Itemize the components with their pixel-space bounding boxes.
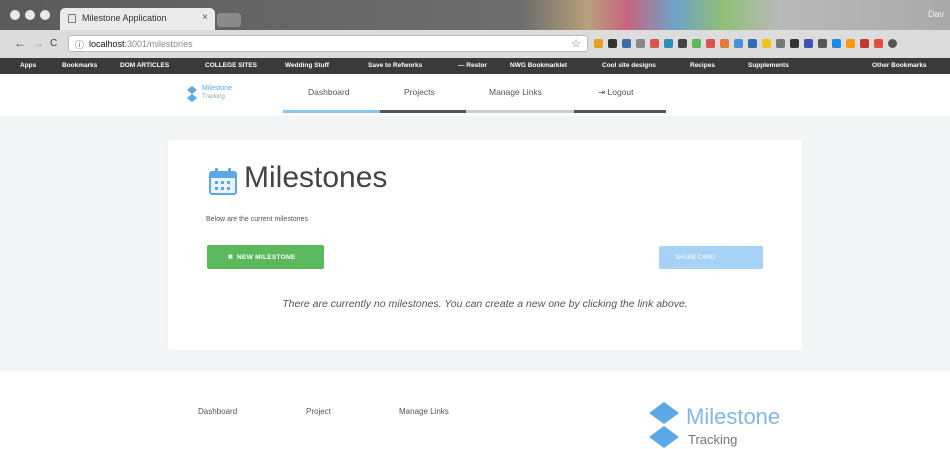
extension-icon[interactable]: [594, 39, 603, 48]
back-button[interactable]: ←: [14, 36, 26, 50]
bookmark-item[interactable]: Recipes: [690, 62, 715, 69]
footer-logo-subtitle: Tracking: [688, 432, 738, 447]
share-card-label: SHARE CARD: [675, 255, 716, 261]
calendar-icon: [209, 168, 237, 195]
nav-underline: [466, 110, 574, 113]
bookmark-item[interactable]: Supplements: [748, 62, 789, 69]
footer-link-manage-links[interactable]: Manage Links: [399, 407, 449, 416]
extension-icon[interactable]: [608, 39, 617, 48]
bookmarks-bar: Apps Bookmarks DOM ARTICLES COLLEGE SITE…: [0, 58, 950, 74]
extension-icon[interactable]: [650, 39, 659, 48]
extension-icon[interactable]: [734, 39, 743, 48]
window-minimize-button[interactable]: [25, 10, 35, 20]
bookmark-item[interactable]: Apps: [20, 62, 36, 69]
extension-icon[interactable]: [720, 39, 729, 48]
nav-logout-label: Logout: [607, 87, 634, 97]
bookmark-item[interactable]: Cool site designs: [602, 62, 656, 69]
logo-title: Milestone: [202, 85, 232, 92]
bookmark-item[interactable]: — Restor: [458, 62, 487, 69]
page-icon: [68, 14, 76, 23]
extension-icon[interactable]: [622, 39, 631, 48]
nav-manage-links[interactable]: Manage Links: [489, 87, 542, 97]
extension-icon[interactable]: [678, 39, 687, 48]
window-close-button[interactable]: [10, 10, 20, 20]
nav-projects[interactable]: Projects: [404, 87, 435, 97]
extension-icon[interactable]: [692, 39, 701, 48]
new-milestone-label: NEW MILESTONE: [237, 254, 296, 261]
logout-icon: ⇥: [598, 87, 606, 97]
extension-icon[interactable]: [762, 39, 771, 48]
window-zoom-button[interactable]: [40, 10, 50, 20]
bookmark-star-icon[interactable]: ☆: [571, 37, 581, 50]
page-description: Below are the current milestones: [206, 216, 308, 223]
browser-toolbar: ← → C ⓘ localhost:3001/milestones ☆: [0, 30, 950, 58]
milestones-card: Milestones Below are the current milesto…: [168, 140, 802, 350]
logo-icon: [187, 86, 197, 102]
nav-underline: [574, 110, 666, 113]
nav-logout[interactable]: ⇥ Logout: [598, 87, 634, 98]
nav-dashboard[interactable]: Dashboard: [308, 87, 350, 97]
footer-logo-title: Milestone: [686, 404, 781, 429]
extension-icon[interactable]: [860, 39, 869, 48]
bookmark-item[interactable]: Other Bookmarks: [872, 62, 927, 69]
bookmark-item[interactable]: Wedding Stuff: [285, 62, 329, 69]
info-icon[interactable]: ⓘ: [75, 38, 84, 51]
bookmark-item[interactable]: DOM ARTICLES: [120, 62, 169, 69]
bookmark-item[interactable]: NWG Bookmarklet: [510, 62, 567, 69]
extension-icon[interactable]: [846, 39, 855, 48]
footer-link-project[interactable]: Project: [306, 407, 331, 416]
empty-state-message: There are currently no milestones. You c…: [282, 298, 688, 310]
bookmark-item[interactable]: Bookmarks: [62, 62, 97, 69]
nav-underline: [380, 110, 466, 113]
extension-icon[interactable]: [874, 39, 883, 48]
tab-title: Milestone Application: [82, 13, 167, 23]
main-content: Milestones Below are the current milesto…: [0, 116, 950, 371]
forward-button[interactable]: →: [32, 36, 44, 50]
reload-button[interactable]: C: [50, 38, 57, 49]
plus-icon: ■: [228, 252, 234, 261]
extension-icon[interactable]: [818, 39, 827, 48]
logo-subtitle: Tracking: [202, 94, 225, 100]
footer-link-dashboard[interactable]: Dashboard: [198, 407, 237, 416]
extension-icon[interactable]: [832, 39, 841, 48]
bookmark-item[interactable]: COLLEGE SITES: [205, 62, 257, 69]
page-title: Milestones: [244, 161, 388, 194]
extension-icon[interactable]: [664, 39, 673, 48]
share-card-button[interactable]: SHARE CARD: [659, 246, 763, 269]
extension-icon[interactable]: [706, 39, 715, 48]
extension-icon[interactable]: [776, 39, 785, 48]
browser-titlebar: Milestone Application × Dav: [0, 0, 950, 30]
nav-underline-active: [283, 110, 380, 113]
browser-profile-name[interactable]: Dav: [928, 9, 944, 19]
new-milestone-button[interactable]: ■ NEW MILESTONE: [207, 245, 324, 269]
logo-icon: [649, 402, 679, 448]
new-tab-button[interactable]: [217, 13, 241, 27]
tab-close-icon[interactable]: ×: [202, 12, 208, 23]
extension-icon[interactable]: [636, 39, 645, 48]
extension-icon[interactable]: [804, 39, 813, 48]
browser-tab[interactable]: Milestone Application ×: [60, 8, 215, 30]
menu-icon[interactable]: [888, 39, 897, 48]
extension-icon[interactable]: [790, 39, 799, 48]
bookmark-item[interactable]: Save to Refworks: [368, 62, 422, 69]
extension-icon[interactable]: [748, 39, 757, 48]
address-bar[interactable]: ⓘ localhost:3001/milestones ☆: [68, 35, 588, 52]
address-text: localhost:3001/milestones: [89, 39, 193, 49]
